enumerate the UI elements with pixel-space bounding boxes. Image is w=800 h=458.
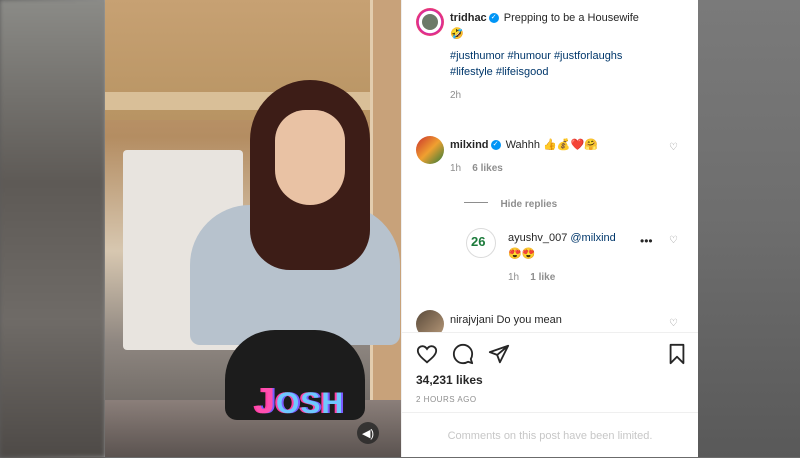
reply-time[interactable]: 1h	[508, 272, 519, 283]
reply-avatar[interactable]: 26	[466, 228, 496, 258]
comments-list[interactable]: tridhac ✓ Prepping to be a Housewife 🤣 #j…	[402, 0, 698, 332]
caption-emoji: 🤣	[450, 28, 464, 40]
save-bookmark-icon[interactable]	[666, 343, 688, 365]
post-side-panel: tridhac ✓ Prepping to be a Housewife 🤣 #j…	[401, 0, 698, 457]
background-right-blur	[696, 0, 800, 457]
speaker-icon: ◀)	[361, 427, 375, 440]
verified-badge-icon: ✓	[490, 140, 501, 151]
reply-like-heart-icon[interactable]: ♡	[669, 235, 678, 246]
background-left-blur	[0, 0, 105, 457]
post-video[interactable]: JOSH	[105, 0, 401, 457]
reply-username[interactable]: ayushv_007	[508, 232, 567, 244]
post-timestamp[interactable]: 2 HOURS AGO	[416, 395, 477, 404]
caption-text: Prepping to be a Housewife	[503, 12, 639, 24]
comment-username[interactable]: nirajvjani	[450, 314, 493, 326]
mute-button[interactable]: ◀)	[357, 422, 379, 444]
comment-row: nirajvjani Do you mean	[450, 312, 698, 328]
comment-avatar[interactable]	[416, 310, 444, 332]
comment-text: Wahhh	[505, 139, 541, 151]
hide-replies[interactable]: Hide replies	[464, 194, 698, 212]
comment-like-heart-icon[interactable]: ♡	[669, 142, 678, 153]
reply-emojis: 😍😍	[508, 248, 536, 260]
hashtags-line-1[interactable]: #justhumor #humour #justforlaughs	[450, 48, 684, 64]
likes-count[interactable]: 34,231 likes	[416, 373, 483, 387]
author-avatar[interactable]	[416, 8, 444, 36]
hide-replies-line	[464, 202, 488, 204]
comment-text: Do you mean	[496, 314, 562, 326]
comment-likes[interactable]: 6 likes	[472, 163, 503, 174]
verified-badge-icon: ✓	[488, 13, 499, 24]
video-person-face	[275, 110, 345, 205]
comment-username[interactable]: milxind	[450, 139, 489, 151]
comments-limited-notice: Comments on this post have been limited.	[402, 412, 698, 458]
author-username[interactable]: tridhac	[450, 12, 487, 24]
comment-row: milxind ✓ Wahhh 👍💰❤️🤗 1h 6 likes	[450, 137, 698, 174]
reply-mention[interactable]: @milxind	[570, 232, 615, 244]
comment-avatar[interactable]	[416, 136, 444, 164]
comment-icon[interactable]	[452, 343, 474, 365]
comment-emojis: 👍💰❤️🤗	[543, 139, 598, 151]
comment-time[interactable]: 1h	[450, 163, 461, 174]
hashtags-line-2[interactable]: #lifestyle #lifeisgood	[450, 64, 684, 80]
hide-replies-label[interactable]: Hide replies	[500, 199, 557, 210]
comment-like-heart-icon[interactable]: ♡	[669, 318, 678, 329]
caption-time[interactable]: 2h	[450, 90, 684, 101]
like-heart-icon[interactable]	[416, 343, 438, 365]
reply-likes[interactable]: 1 like	[530, 272, 555, 283]
josh-logo: JOSH	[255, 380, 345, 421]
share-paper-plane-icon[interactable]	[488, 343, 510, 365]
post-actions: 34,231 likes 2 HOURS AGO	[402, 332, 698, 413]
caption-row: tridhac ✓ Prepping to be a Housewife 🤣 #j…	[450, 10, 684, 101]
more-options-icon[interactable]: •••	[640, 234, 653, 248]
